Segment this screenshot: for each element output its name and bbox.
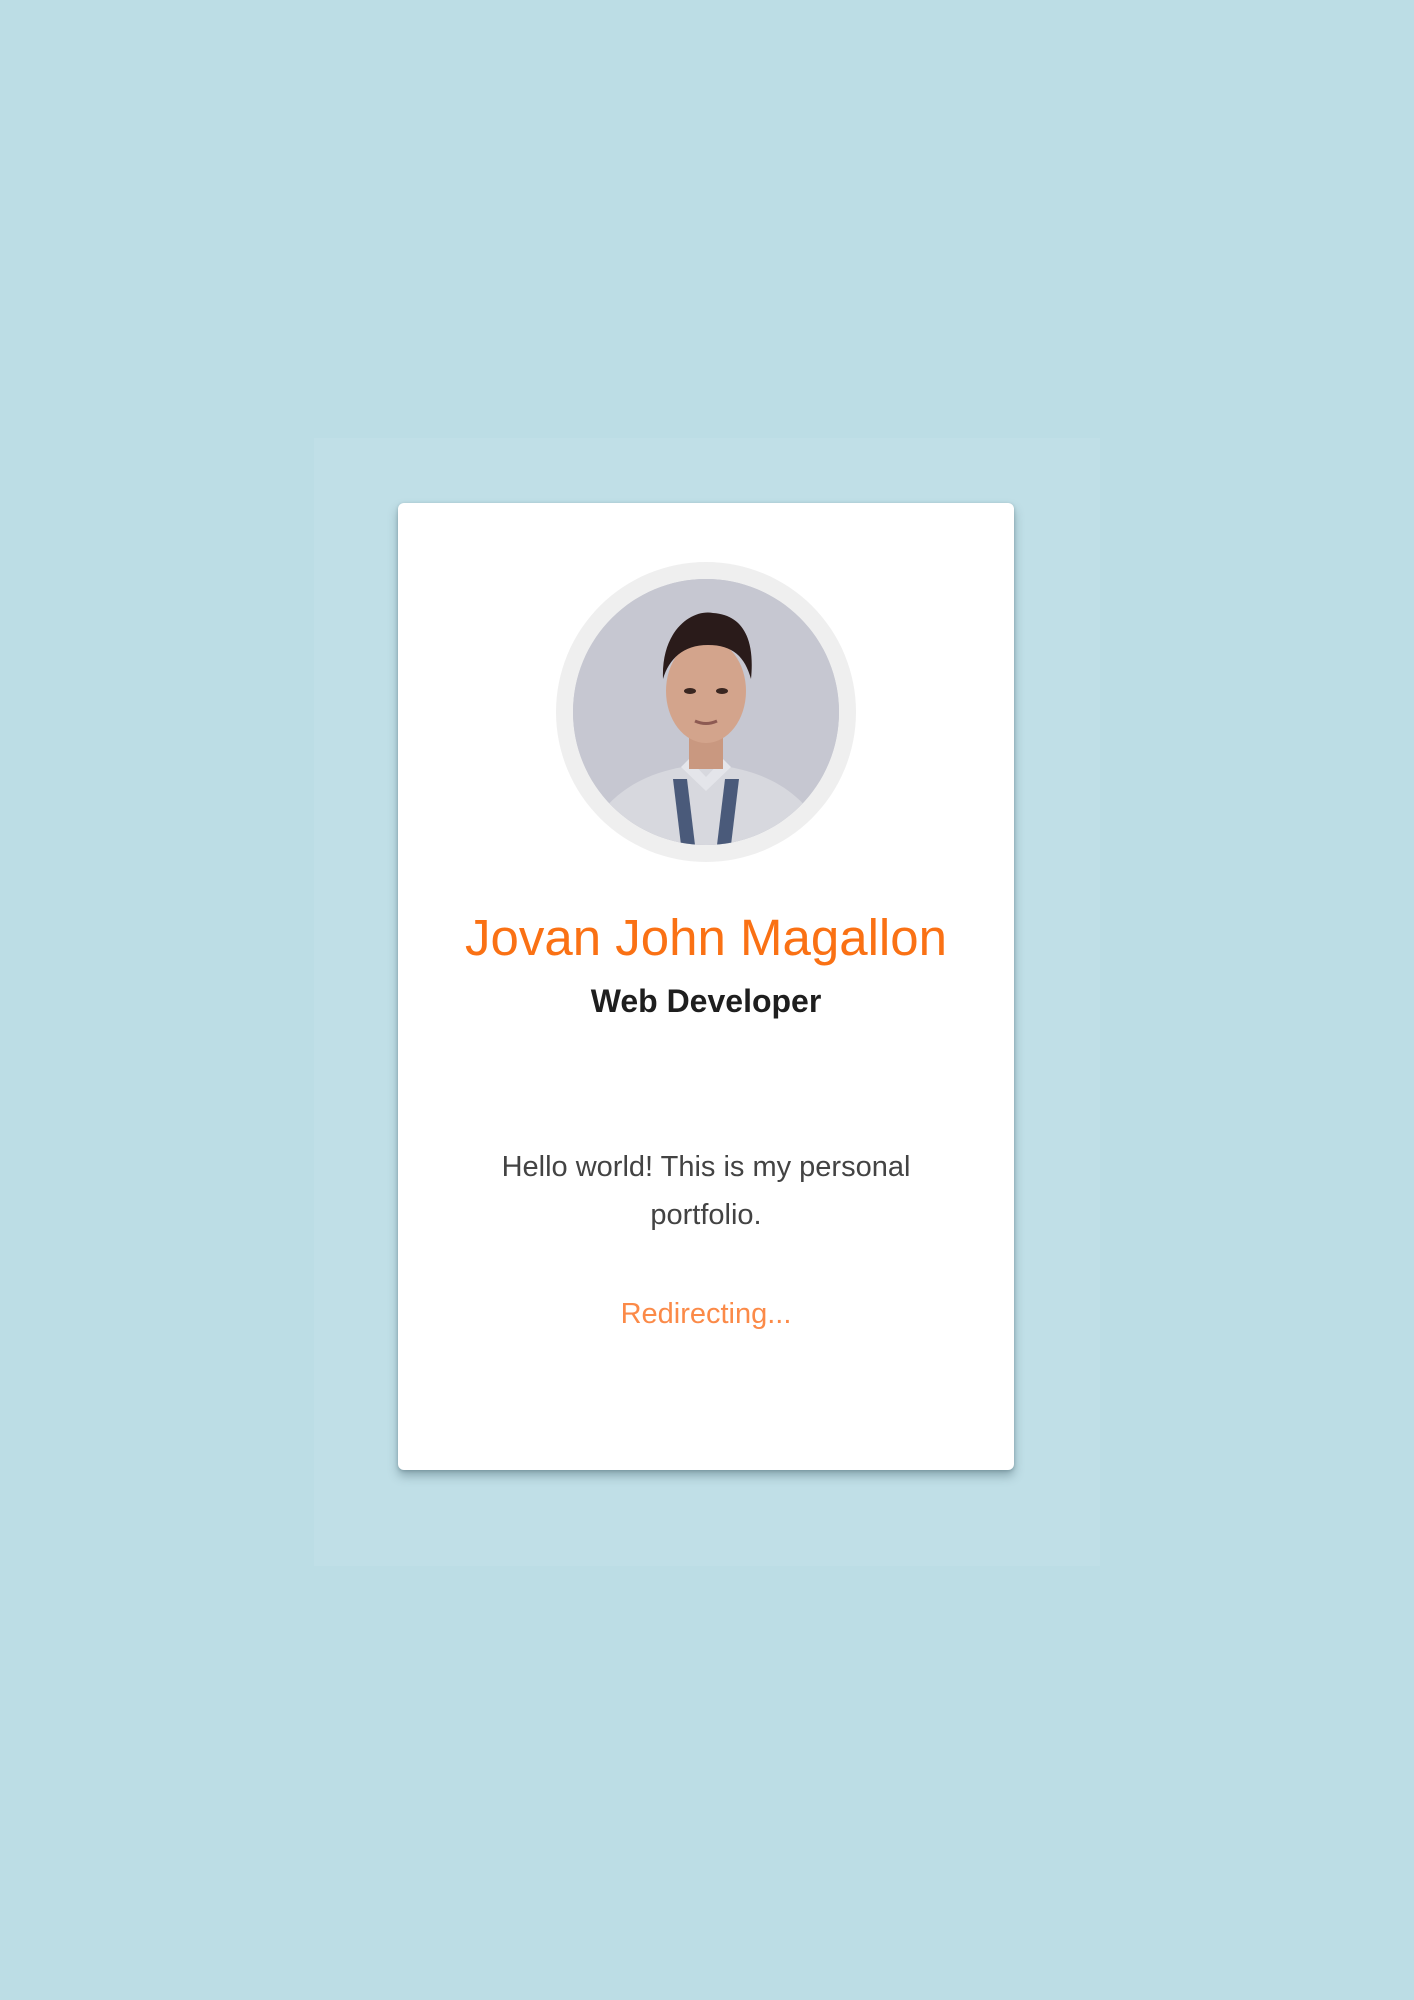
profile-name: Jovan John Magallon [465,909,947,966]
avatar-photo-icon [573,579,839,845]
avatar [573,579,839,845]
profile-role: Web Developer [590,983,822,1019]
profile-card: Jovan John Magallon Web Developer Hello … [398,503,1014,1470]
redirect-status: Redirecting... [620,1298,792,1330]
avatar-ring [556,562,856,862]
profile-bio: Hello world! This is my personal portfol… [501,1151,911,1231]
